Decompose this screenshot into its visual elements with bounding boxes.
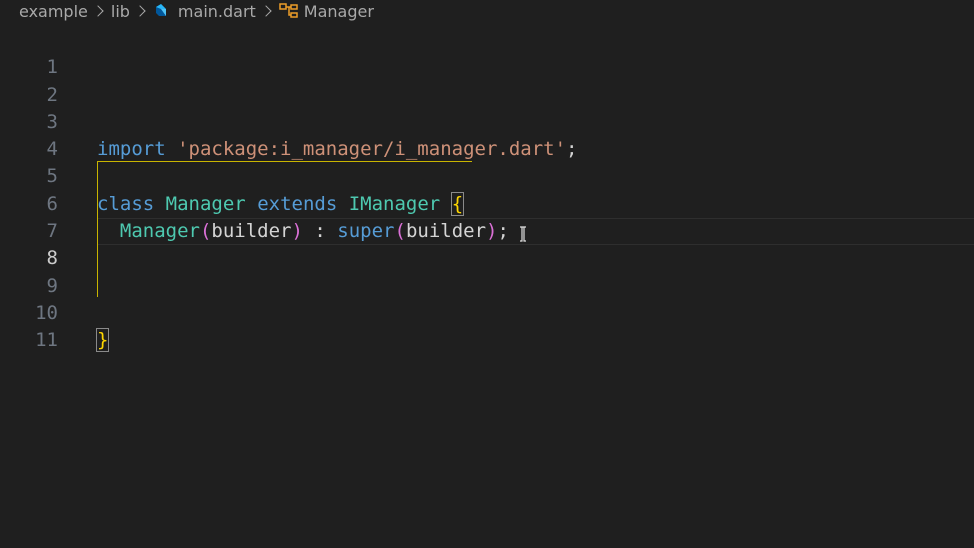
breadcrumb-symbol-label: Manager [303, 1, 374, 21]
symbol-class-icon [279, 3, 299, 19]
dart-file-icon [153, 3, 169, 19]
code-text: } [95, 327, 110, 354]
code-line: 3 import 'package:i_manager/i_manager.da… [0, 82, 974, 160]
bracket-scope-guide [97, 161, 98, 297]
code-line: 11 [0, 300, 974, 351]
code-line: 6 Manager(builder) : super(builder); [0, 163, 974, 242]
text-cursor-icon [518, 226, 528, 242]
code-line: 7 [0, 191, 974, 242]
chevron-right-icon [134, 5, 146, 17]
breadcrumb-file-label: main.dart [177, 1, 256, 21]
code-line: 1 [0, 27, 974, 78]
code-line: 2 [0, 54, 974, 106]
code-line: 9 [0, 245, 974, 297]
code-line: 10 } [0, 273, 974, 353]
code-editor[interactable]: 1 2 3 import 'package:i_manager/i_manage… [0, 27, 974, 548]
code-line: 5 class Manager extends IManager { [0, 136, 974, 216]
breadcrumb: example lib main.dart Manager [0, 0, 974, 22]
current-line[interactable]: 8 [0, 218, 974, 269]
chevron-right-icon [92, 5, 104, 17]
chevron-right-icon [260, 5, 272, 17]
breadcrumb-file[interactable]: main.dart [153, 2, 256, 21]
breadcrumb-symbol[interactable]: Manager [279, 2, 374, 21]
bracket-scope-top [97, 161, 472, 162]
code-line: 4 [0, 109, 974, 160]
close-brace: } [95, 328, 110, 353]
line-number: 11 [35, 329, 58, 352]
breadcrumb-folder-lib[interactable]: lib [111, 2, 130, 21]
breadcrumb-folder-example[interactable]: example [19, 2, 88, 21]
